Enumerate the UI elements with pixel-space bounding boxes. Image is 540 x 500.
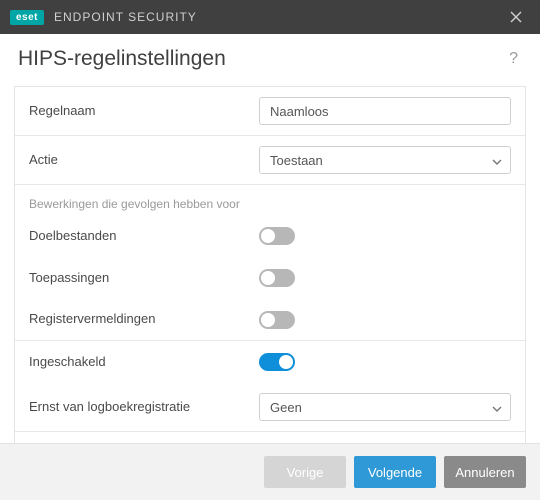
footer: Vorige Volgende Annuleren: [0, 443, 540, 500]
severity-label: Ernst van logboekregistratie: [29, 399, 259, 416]
brand-text: ENDPOINT SECURITY: [54, 10, 197, 24]
settings-panel: Regelnaam Actie Toestaan Bewerkingen die…: [14, 86, 526, 487]
page-header: HIPS-regelinstellingen ?: [0, 34, 540, 72]
row-enabled: Ingeschakeld: [15, 341, 525, 383]
next-button[interactable]: Volgende: [354, 456, 436, 488]
section-operations: Bewerkingen die gevolgen hebben voor: [15, 185, 525, 215]
row-rule-name: Regelnaam: [15, 87, 525, 136]
action-select-value: Toestaan: [270, 153, 323, 168]
row-action: Actie Toestaan: [15, 136, 525, 185]
cancel-button[interactable]: Annuleren: [444, 456, 526, 488]
titlebar: eset ENDPOINT SECURITY: [0, 0, 540, 34]
row-severity: Ernst van logboekregistratie Geen: [15, 383, 525, 432]
rule-name-input[interactable]: [259, 97, 511, 125]
chevron-down-icon: [492, 153, 502, 168]
row-applications: Toepassingen: [15, 257, 525, 299]
target-files-toggle[interactable]: [259, 227, 295, 245]
registry-label: Registervermeldingen: [29, 311, 259, 328]
chevron-down-icon: [492, 400, 502, 415]
applications-toggle[interactable]: [259, 269, 295, 287]
enabled-label: Ingeschakeld: [29, 354, 259, 371]
target-files-label: Doelbestanden: [29, 228, 259, 245]
row-target-files: Doelbestanden: [15, 215, 525, 257]
page-title: HIPS-regelinstellingen: [18, 47, 505, 71]
back-button: Vorige: [264, 456, 346, 488]
action-select[interactable]: Toestaan: [259, 146, 511, 174]
row-registry: Registervermeldingen: [15, 299, 525, 341]
brand-badge: eset: [10, 10, 44, 25]
help-icon[interactable]: ?: [505, 46, 522, 72]
close-button[interactable]: [502, 3, 530, 31]
enabled-toggle[interactable]: [259, 353, 295, 371]
registry-toggle[interactable]: [259, 311, 295, 329]
rule-name-label: Regelnaam: [29, 103, 259, 120]
applications-label: Toepassingen: [29, 270, 259, 287]
severity-select-value: Geen: [270, 400, 302, 415]
severity-select[interactable]: Geen: [259, 393, 511, 421]
action-label: Actie: [29, 152, 259, 169]
close-icon: [510, 11, 522, 23]
